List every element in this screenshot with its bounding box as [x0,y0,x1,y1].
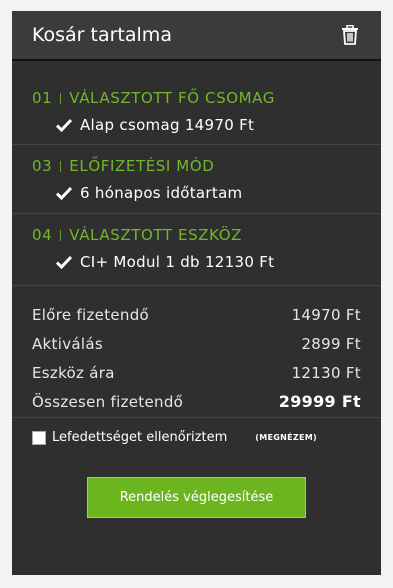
section-heading: 04 VÁLASZTOTT ESZKÖZ [32,226,361,244]
summary-row-total: Összesen fizetendő 29999 Ft [32,387,361,416]
coverage-checkbox[interactable] [32,430,46,445]
section-value: Alap csomag 14970 Ft [32,116,361,134]
section-value-text: CI+ Modul 1 db 12130 Ft [80,253,275,271]
button-wrapper: Rendelés véglegesítése [12,477,381,518]
check-icon [56,255,72,269]
cart-title: Kosár tartalma [32,24,172,46]
summary-row-device-price: Eszköz ára 12130 Ft [32,358,361,387]
summary-total-value: 29999 Ft [278,392,361,411]
summary-label: Összesen fizetendő [32,392,184,411]
section-heading: 03 ELŐFIZETÉSI MÓD [32,157,361,175]
section-title: VÁLASZTOTT ESZKÖZ [69,226,242,244]
cart-panel: Kosár tartalma 01 VÁLASZTOTT FŐ CSOMAG A… [12,11,381,575]
cart-header: Kosár tartalma [12,11,381,61]
summary-label: Aktiválás [32,334,103,353]
section-divider [60,160,62,172]
summary-value: 12130 Ft [291,363,361,382]
section-divider [60,229,62,241]
section-divider [60,92,62,104]
summary-value: 2899 Ft [301,334,361,353]
summary-row-prepay: Előre fizetendő 14970 Ft [32,300,361,329]
coverage-label[interactable]: Lefedettséget ellenőriztem [52,430,227,445]
summary-value: 14970 Ft [291,305,361,324]
coverage-view-link[interactable]: (MEGNÉZEM) [255,433,317,442]
summary-label: Előre fizetendő [32,305,150,324]
summary-row-activation: Aktiválás 2899 Ft [32,329,361,358]
summary-label: Eszköz ára [32,363,115,382]
check-icon [56,186,72,200]
section-main-package: 01 VÁLASZTOTT FŐ CSOMAG Alap csomag 1497… [12,61,381,145]
section-number: 01 [32,89,53,107]
section-number: 04 [32,226,53,244]
trash-icon[interactable] [339,24,361,46]
section-value-text: 6 hónapos időtartam [80,184,243,202]
finalize-order-button[interactable]: Rendelés véglegesítése [87,477,306,518]
price-summary: Előre fizetendő 14970 Ft Aktiválás 2899 … [12,286,381,418]
section-value: CI+ Modul 1 db 12130 Ft [32,253,361,271]
section-value: 6 hónapos időtartam [32,184,361,202]
section-title: ELŐFIZETÉSI MÓD [69,157,215,175]
section-number: 03 [32,157,53,175]
section-value-text: Alap csomag 14970 Ft [80,116,255,134]
section-subscription-mode: 03 ELŐFIZETÉSI MÓD 6 hónapos időtartam [12,145,381,214]
section-heading: 01 VÁLASZTOTT FŐ CSOMAG [32,89,361,107]
section-device: 04 VÁLASZTOTT ESZKÖZ CI+ Modul 1 db 1213… [12,214,381,286]
check-icon [56,118,72,132]
coverage-check: Lefedettséget ellenőriztem (MEGNÉZEM) [12,418,381,445]
section-title: VÁLASZTOTT FŐ CSOMAG [69,89,275,107]
